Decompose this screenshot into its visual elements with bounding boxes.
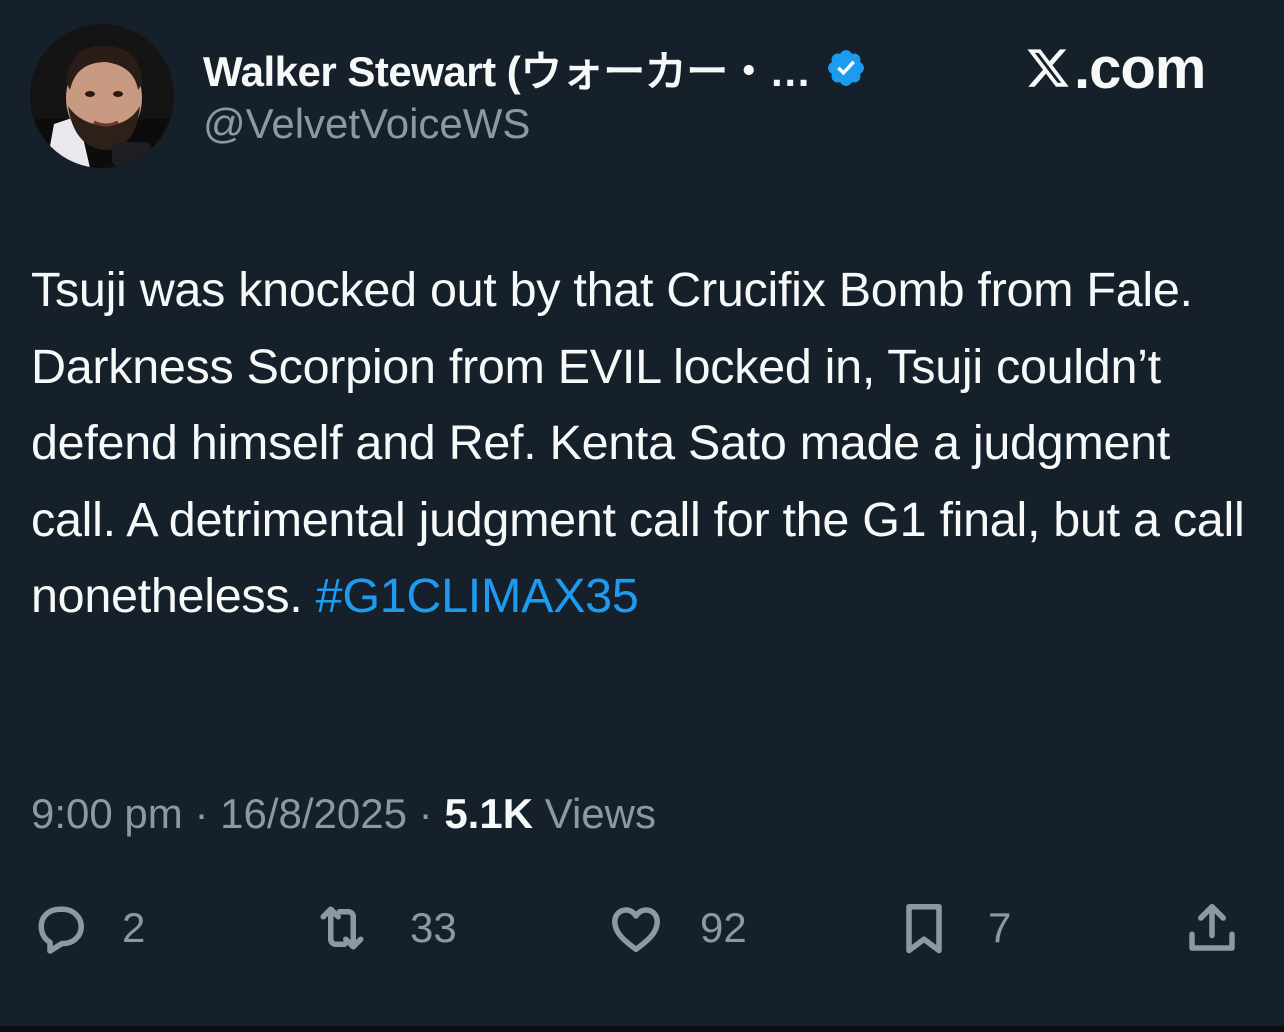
like-button[interactable]: 92 [606, 896, 747, 960]
reply-count: 2 [122, 904, 146, 951]
repost-count: 33 [410, 904, 457, 951]
views-label: Views [544, 790, 656, 837]
bookmark-button[interactable]: 7 [894, 896, 1011, 960]
author-display-name[interactable]: Walker Stewart (ウォーカー・… [203, 38, 811, 99]
author-handle[interactable]: @VelvetVoiceWS [203, 100, 530, 148]
meta-separator: · [418, 790, 433, 837]
meta-separator: · [194, 790, 209, 837]
bookmark-icon [906, 904, 942, 954]
post-meta: 9:00 pm · 16/8/2025 · 5.1K Views [31, 790, 656, 838]
x-logo-icon [1027, 49, 1069, 87]
like-count: 92 [700, 904, 747, 951]
post-time[interactable]: 9:00 pm [31, 790, 183, 837]
post-date[interactable]: 16/8/2025 [220, 790, 407, 837]
avatar[interactable] [30, 24, 174, 168]
verified-badge-icon [827, 50, 864, 86]
like-icon [612, 907, 660, 952]
share-button[interactable] [1182, 896, 1242, 960]
post-text: Tsuji was knocked out by that Crucifix B… [31, 252, 1251, 635]
reply-icon [38, 906, 84, 954]
repost-button[interactable]: 33 [312, 896, 457, 960]
x-com-watermark: .com [1074, 35, 1206, 101]
bookmark-count: 7 [988, 904, 1012, 951]
reply-button[interactable]: 2 [30, 896, 145, 960]
author-name-row[interactable]: Walker Stewart (ウォーカー・… [203, 40, 867, 96]
hashtag-link[interactable]: #G1CLIMAX35 [316, 569, 639, 623]
share-icon [1189, 904, 1235, 951]
bottom-divider [0, 1026, 1284, 1032]
repost-icon [320, 906, 364, 950]
x-com-logo: .com [1024, 35, 1206, 101]
views-count: 5.1K [444, 790, 534, 837]
